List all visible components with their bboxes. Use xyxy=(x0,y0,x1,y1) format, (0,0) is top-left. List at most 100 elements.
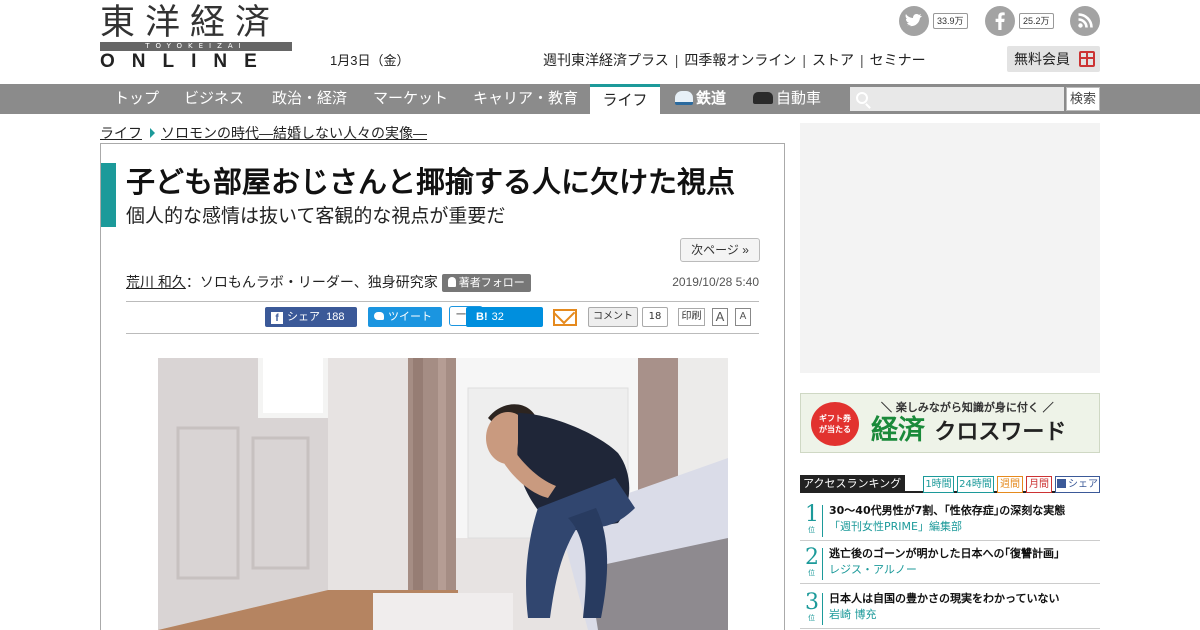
tab-monthly[interactable]: 月間 xyxy=(1026,476,1052,493)
breadcrumb-section-link[interactable]: ライフ xyxy=(100,125,142,141)
search-box xyxy=(850,87,1064,111)
nav-item-top[interactable]: トップ xyxy=(114,84,159,114)
font-size-large-button[interactable]: A xyxy=(712,308,728,326)
facebook-icon: f xyxy=(271,312,283,324)
free-member-button[interactable]: 無料会員 xyxy=(1007,46,1100,72)
twitter-icon[interactable] xyxy=(899,6,929,36)
facebook-share-button[interactable]: f シェア 188 xyxy=(265,307,357,327)
global-nav: トップ ビジネス 政治・経済 マーケット キャリア・教育 ライフ 鉄道 自動車 … xyxy=(0,84,1200,114)
ranking-headline[interactable]: 30～40代男性が7割、｢性依存症｣の深刻な実態 xyxy=(829,503,1065,519)
ranking-headline[interactable]: 日本人は自国の豊かさの現実をわかっていない xyxy=(829,591,1059,607)
service-link-store[interactable]: ストア xyxy=(812,52,854,68)
hatena-icon: B! xyxy=(476,311,488,323)
share-bar: fシェア 188 ツイート 一覧 B!32 コメント 18 印刷 A A xyxy=(101,306,786,329)
site-header: 東洋経済 TOYOKEIZAI ONLINE 1月3日（金） 33.9万 25.… xyxy=(0,0,1200,84)
rank-number: 1 xyxy=(805,502,819,527)
ranking-source[interactable]: レジス・アルノー xyxy=(829,562,917,578)
rss-icon[interactable] xyxy=(1070,6,1100,36)
ranking-headline[interactable]: 逃亡後のゴーンが明かした日本への｢復讐計画｣ xyxy=(829,546,1059,562)
ranking-source[interactable]: 「週刊女性PRIME」編集部 xyxy=(829,519,962,535)
comment-count: 18 xyxy=(642,307,668,327)
tab-weekly[interactable]: 週間 xyxy=(997,476,1023,493)
nav-item-career-education[interactable]: キャリア・教育 xyxy=(473,84,578,114)
current-date: 1月3日（金） xyxy=(330,53,410,68)
rank-number: 2 xyxy=(805,545,819,570)
crossword-title: 経済 クロスワード xyxy=(871,414,1066,450)
title-accent-bar xyxy=(101,163,116,227)
ranking-item[interactable]: 1 位 30～40代男性が7割、｢性依存症｣の深刻な実態 「週刊女性PRIME」… xyxy=(800,499,1100,541)
author-name-link[interactable]: 荒川 和久 xyxy=(126,274,186,290)
site-logo[interactable]: 東洋経済 TOYOKEIZAI ONLINE xyxy=(100,4,292,72)
tab-24-hours[interactable]: 24時間 xyxy=(957,476,994,493)
gift-ticket-line2: が当たる xyxy=(819,425,851,434)
nav-item-politics-economy[interactable]: 政治・経済 xyxy=(272,84,347,114)
rank-divider xyxy=(822,593,823,625)
author-line: 荒川 和久：ソロもんラボ・リーダー、独身研究家 著者フォロー xyxy=(126,272,531,292)
crossword-title-kana: クロスワード xyxy=(934,420,1067,445)
logo-online: ONLINE xyxy=(100,51,274,72)
nav-item-life[interactable]: ライフ xyxy=(590,84,660,114)
author-follow-label: 著者フォロー xyxy=(458,277,525,289)
ranking-source[interactable]: 岩崎 博充 xyxy=(829,607,877,623)
gift-icon xyxy=(1079,51,1095,67)
gift-ticket-badge: ギフト券 が当たる xyxy=(811,402,859,446)
nav-item-market[interactable]: マーケット xyxy=(373,84,448,114)
search-icon xyxy=(856,92,868,104)
nav-item-business[interactable]: ビジネス xyxy=(184,84,244,114)
rank-position-label: 位 xyxy=(808,526,815,534)
breadcrumb-series-link[interactable]: ソロモンの時代―結婚しない人々の実像― xyxy=(161,125,427,141)
published-date: 2019/10/28 5:40 xyxy=(672,275,759,289)
tab-share-label: シェア xyxy=(1068,479,1098,490)
separator: | xyxy=(674,52,679,68)
facebook-icon[interactable] xyxy=(985,6,1015,36)
print-button[interactable]: 印刷 xyxy=(678,308,705,326)
crossword-title-kanji: 経済 xyxy=(871,415,925,446)
ranking-item[interactable]: 2 位 逃亡後のゴーンが明かした日本への｢復讐計画｣ レジス・アルノー xyxy=(800,542,1100,584)
person-icon xyxy=(447,277,456,287)
comment-button[interactable]: コメント xyxy=(588,307,638,327)
service-link-seminar[interactable]: セミナー xyxy=(870,52,926,68)
crossword-banner[interactable]: ギフト券 が当たる ＼ 楽しみながら知識が身に付く ／ 経済 クロスワード xyxy=(800,393,1100,453)
logo-kanji: 東洋経済 xyxy=(100,3,281,43)
article-subtitle: 個人的な感情は抜いて客観的な視点が重要だ xyxy=(126,205,506,227)
separator: | xyxy=(802,52,807,68)
nav-item-railway-label: 鉄道 xyxy=(696,90,727,107)
nav-item-railway[interactable]: 鉄道 xyxy=(675,84,726,114)
crossword-tagline: ＼ 楽しみながら知識が身に付く ／ xyxy=(881,401,1054,414)
tab-1-hour[interactable]: 1時間 xyxy=(923,476,954,493)
author-follow-button[interactable]: 著者フォロー xyxy=(441,274,531,292)
article-hero-image xyxy=(158,358,728,630)
twitter-count: 33.9万 xyxy=(933,13,968,29)
car-icon xyxy=(753,92,773,104)
author-title: ：ソロもんラボ・リーダー、独身研究家 xyxy=(185,274,438,290)
nav-item-automobile[interactable]: 自動車 xyxy=(753,84,821,114)
mail-icon[interactable] xyxy=(553,309,577,326)
breadcrumb: ライフ ソロモンの時代―結婚しない人々の実像― xyxy=(100,123,427,143)
facebook-icon xyxy=(1057,479,1066,488)
rank-position-label: 位 xyxy=(808,614,815,622)
twitter-icon xyxy=(374,312,384,320)
gift-ticket-line1: ギフト券 xyxy=(819,414,851,423)
rank-number: 3 xyxy=(805,590,819,615)
facebook-share-count: 188 xyxy=(326,311,345,323)
chevron-right-icon xyxy=(150,128,155,138)
rank-divider xyxy=(822,505,823,537)
train-icon xyxy=(675,91,693,105)
tab-share[interactable]: シェア xyxy=(1055,476,1100,493)
service-link-weekly-plus[interactable]: 週刊東洋経済プラス xyxy=(543,52,669,68)
font-size-small-button[interactable]: A xyxy=(735,308,751,326)
free-member-label: 無料会員 xyxy=(1014,51,1070,67)
twitter-share-button[interactable]: ツイート xyxy=(368,307,442,327)
service-links: 週刊東洋経済プラス | 四季報オンライン | ストア | セミナー xyxy=(543,50,926,70)
search-button[interactable]: 検索 xyxy=(1066,87,1100,111)
hatena-count: 32 xyxy=(491,311,504,323)
ranking-item[interactable]: 3 位 日本人は自国の豊かさの現実をわかっていない 岩崎 博充 xyxy=(800,587,1100,629)
nav-item-automobile-label: 自動車 xyxy=(776,90,822,107)
next-page-button[interactable]: 次ページ » xyxy=(680,238,760,262)
hatena-bookmark-button[interactable]: B! 32 xyxy=(466,307,543,327)
divider xyxy=(126,333,759,334)
search-input[interactable] xyxy=(872,87,1062,111)
ranking-title: アクセスランキング xyxy=(800,475,905,493)
facebook-count: 25.2万 xyxy=(1019,13,1054,29)
service-link-shikiho[interactable]: 四季報オンライン xyxy=(684,52,796,68)
